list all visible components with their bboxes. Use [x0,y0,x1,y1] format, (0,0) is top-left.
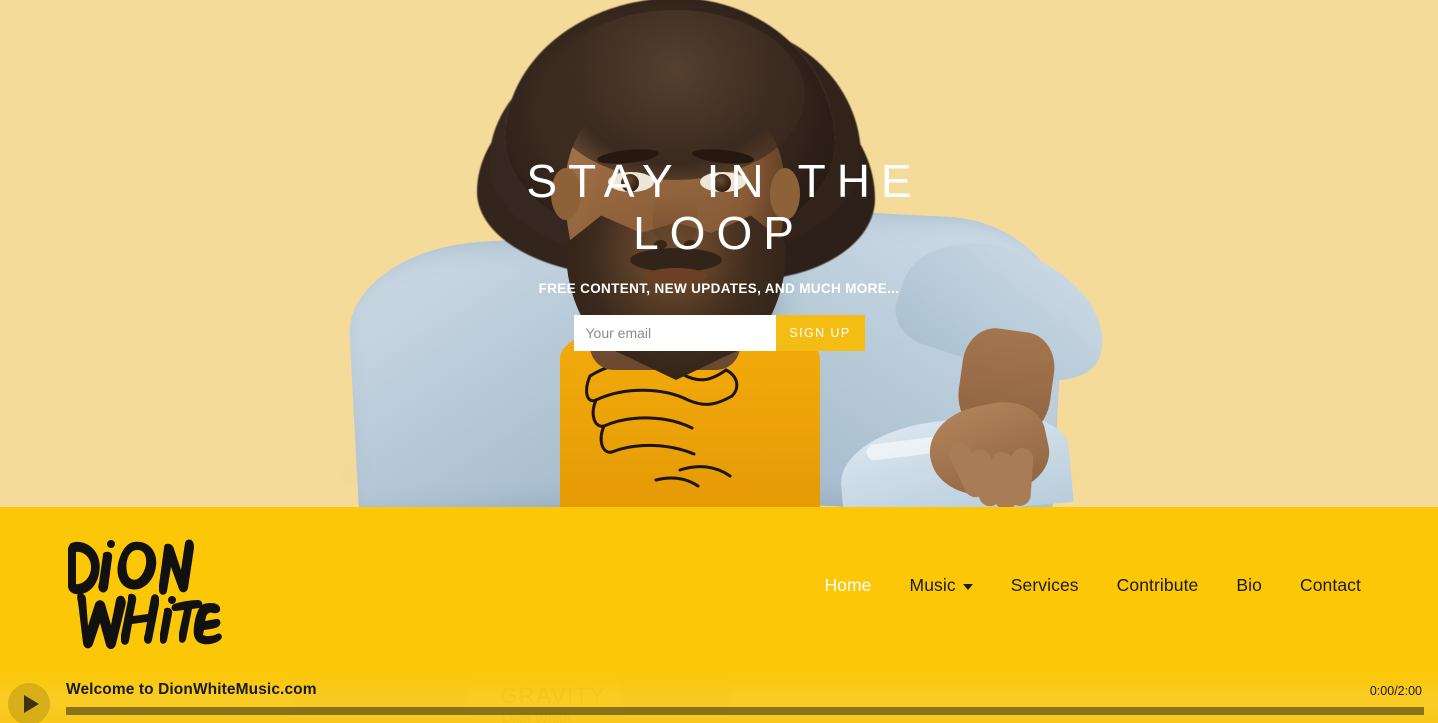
player-time-display: 0:00/2:00 [1369,684,1422,698]
play-icon [23,695,39,713]
hero-copy: STAY IN THE LOOP FREE CONTENT, NEW UPDAT… [0,0,1438,507]
player-progress-bar[interactable] [66,707,1424,715]
nav-label-contribute: Contribute [1116,575,1199,595]
site-logo[interactable] [62,522,222,657]
dion-white-script-logo [68,539,222,650]
nav-item-services[interactable]: Services [992,575,1098,596]
nav-item-music[interactable]: Music [891,575,992,596]
hero-subtitle: FREE CONTENT, NEW UPDATES, AND MUCH MORE… [538,281,900,296]
now-playing-title: Welcome to DionWhiteMusic.com [66,681,317,698]
chevron-down-icon [962,584,973,590]
nav-label-music: Music [909,575,956,595]
play-button[interactable] [8,683,50,723]
newsletter-signup-form: SIGN UP [573,315,865,351]
nav-label-bio: Bio [1236,575,1262,595]
nav-item-bio[interactable]: Bio [1217,575,1281,596]
page-root: STAY IN THE LOOP FREE CONTENT, NEW UPDAT… [0,0,1438,723]
email-input[interactable] [573,315,776,351]
hero-title: STAY IN THE LOOP [526,155,923,259]
hero-section: STAY IN THE LOOP FREE CONTENT, NEW UPDAT… [0,0,1438,507]
nav-label-contact: Contact [1299,575,1361,595]
signup-button[interactable]: SIGN UP [775,315,865,351]
nav-item-contribute[interactable]: Contribute [1098,575,1218,596]
nav-item-contact[interactable]: Contact [1281,575,1380,596]
main-navigation: Home Music Services Contribute Bio Conta… [805,575,1380,596]
nav-label-home: Home [824,575,872,595]
nav-item-home[interactable]: Home [805,575,890,596]
nav-label-services: Services [1010,575,1079,595]
